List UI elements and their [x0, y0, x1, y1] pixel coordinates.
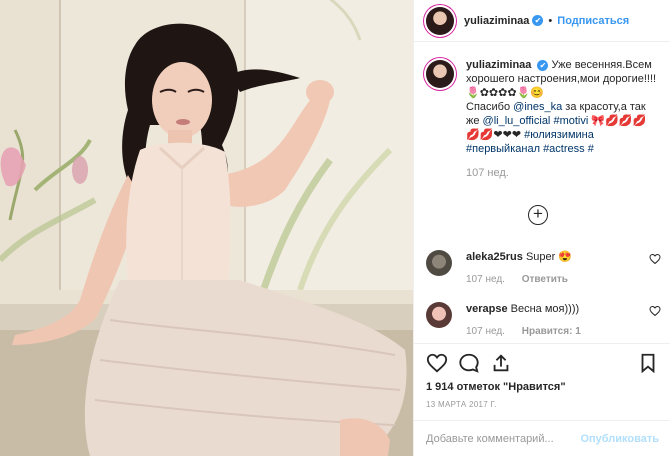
comment-body: aleka25rus Super 😍 107 нед. Ответить [466, 250, 661, 287]
caption-username[interactable]: yuliaziminaa [466, 59, 531, 71]
hashtag-actress[interactable]: #actress [543, 143, 585, 155]
reply-button[interactable]: Ответить [522, 274, 568, 285]
post-sidebar: yuliaziminaa ✔ • Подписаться yuliazimina… [413, 0, 670, 456]
mention-li-lu-official[interactable]: @li_lu_official [483, 115, 551, 127]
caption-body: yuliaziminaa ✔ Уже весенняя.Всем хорошег… [466, 58, 659, 180]
verified-badge-icon: ✔ [532, 15, 544, 26]
caption-avatar[interactable] [426, 60, 454, 88]
photo-illustration [0, 0, 413, 456]
post-caption: yuliaziminaa ✔ Уже весенняя.Всем хорошег… [414, 58, 670, 180]
comment-timestamp[interactable]: 107 нед. [466, 326, 505, 337]
comment-item: aleka25rus Super 😍 107 нед. Ответить [426, 250, 661, 287]
bookmark-icon[interactable] [637, 352, 659, 374]
author-username[interactable]: yuliaziminaa [464, 15, 529, 27]
instagram-post: yuliaziminaa ✔ • Подписаться yuliazimina… [0, 0, 670, 456]
publish-button[interactable]: Опубликовать [580, 433, 659, 445]
comment-input[interactable]: Добавьте комментарий... [426, 433, 580, 445]
hashtag-empty[interactable]: # [588, 143, 594, 155]
hashtag-yuliyazimina[interactable]: #юлиязимина [524, 129, 594, 141]
heart-icon[interactable] [649, 253, 661, 265]
post-photo[interactable] [0, 0, 413, 456]
comment-meta: 107 нед. Ответить [466, 273, 661, 287]
commenter-avatar[interactable] [426, 250, 452, 276]
follow-button[interactable]: Подписаться [557, 15, 629, 27]
comment-meta: 107 нед. Нравится: 1 [466, 325, 661, 339]
verified-badge-icon: ✔ [537, 60, 549, 71]
action-bar [414, 343, 670, 383]
commenter-username[interactable]: verapse [466, 303, 508, 315]
likes-count[interactable]: 1 914 отметок "Нравится" [426, 381, 566, 393]
commenter-username[interactable]: aleka25rus [466, 251, 523, 263]
caption-timestamp[interactable]: 107 нед. [466, 166, 659, 180]
caption-text-2: Спасибо [466, 101, 511, 113]
add-comment-bar: Добавьте комментарий... Опубликовать [414, 420, 670, 456]
comment-text: Весна моя)))) [510, 303, 580, 315]
author-avatar[interactable] [426, 6, 454, 35]
commenter-avatar[interactable] [426, 302, 452, 328]
comment-item: verapse Весна моя)))) 107 нед. Нравится:… [426, 302, 661, 339]
comment-likes-count[interactable]: Нравится: 1 [522, 326, 581, 337]
comment-body: verapse Весна моя)))) 107 нед. Нравится:… [466, 302, 661, 339]
heart-icon[interactable] [426, 352, 448, 374]
comment-timestamp[interactable]: 107 нед. [466, 274, 505, 285]
header-separator: • [548, 14, 553, 27]
mention-ines-ka[interactable]: @ines_ka [513, 101, 562, 113]
hashtag-pervyikanal[interactable]: #первыйканал [466, 143, 540, 155]
post-date[interactable]: 13 МАРТА 2017 Г. [426, 400, 497, 409]
share-icon[interactable] [490, 352, 512, 374]
plus-circle-icon[interactable]: + [528, 205, 548, 225]
post-header: yuliaziminaa ✔ • Подписаться [414, 0, 670, 42]
hashtag-motivi[interactable]: #motivi [550, 115, 588, 127]
comment-text: Super 😍 [525, 251, 573, 263]
heart-icon[interactable] [649, 305, 661, 317]
comment-icon[interactable] [458, 352, 480, 374]
